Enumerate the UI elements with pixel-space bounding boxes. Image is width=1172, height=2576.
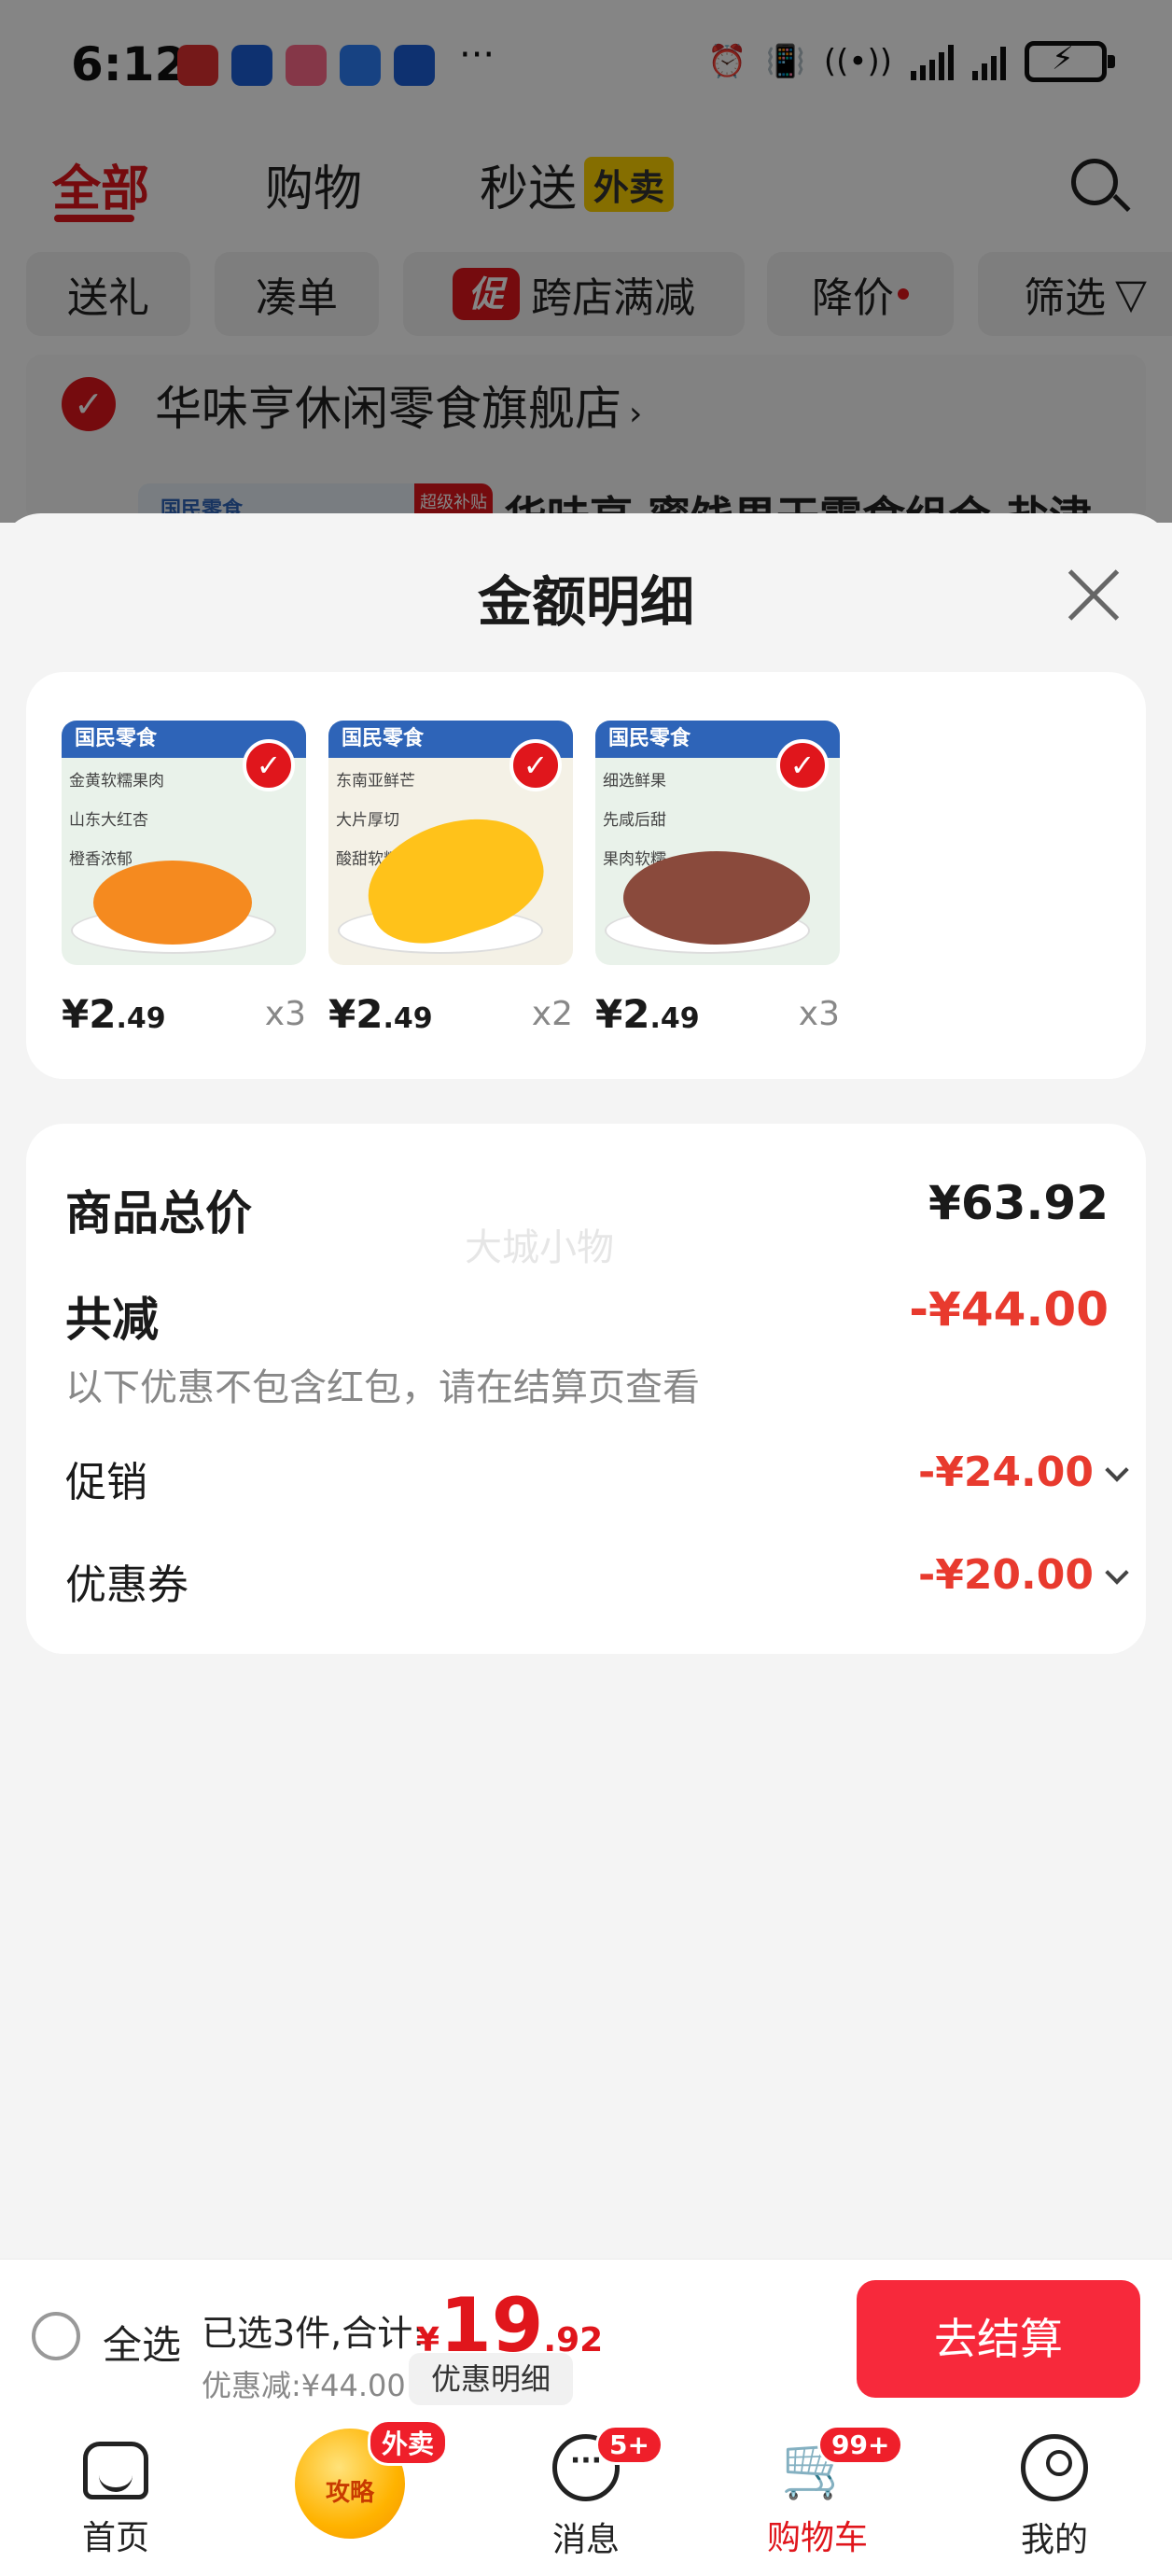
nav-home[interactable]: 首页	[22, 2434, 209, 2559]
discount-text: 优惠减:¥44.00	[202, 2368, 406, 2403]
coupon-value[interactable]: -¥20.00	[918, 1551, 1094, 1599]
nav-messages-label: 消息	[551, 2521, 620, 2559]
total-reduce-value: -¥44.00	[909, 1282, 1109, 1337]
product-tag: 细选鲜果	[603, 772, 666, 791]
product-item[interactable]: 国民零食 东南亚鲜芒 大片厚切 酸甜软糯 ✓ ¥2.49 x2	[328, 721, 573, 1037]
nav-profile[interactable]: 我的	[961, 2434, 1148, 2561]
product-tag: 山东大红杏	[69, 811, 148, 830]
price-decimal: .49	[116, 1002, 166, 1035]
nav-cart-label: 购物车	[766, 2519, 868, 2557]
chevron-down-icon[interactable]	[1105, 1458, 1129, 1482]
dried-plum-illustration	[623, 851, 810, 945]
sheet-title: 金额明细	[477, 570, 694, 634]
checkout-bar: 全选 已选3件,合计: ¥19.92 优惠减:¥44.00 优惠明细 去结算	[0, 2259, 1172, 2415]
checkout-button[interactable]: 去结算	[857, 2280, 1140, 2398]
nav-profile-label: 我的	[1020, 2521, 1088, 2559]
promotion-value[interactable]: -¥24.00	[918, 1449, 1094, 1496]
checked-icon: ✓	[243, 739, 295, 791]
price-integer: ¥2	[62, 991, 117, 1037]
dim-overlay[interactable]	[0, 0, 1172, 523]
profile-icon	[1021, 2434, 1088, 2501]
total-price-value: ¥63.92	[928, 1176, 1109, 1230]
selected-count-text: 已选3件,合计:	[202, 2313, 426, 2354]
product-price: ¥2.49	[62, 991, 166, 1037]
product-item[interactable]: 国民零食 细选鲜果 先咸后甜 果肉软糯 ✓ ¥2.49 x3	[595, 721, 840, 1037]
product-image: 国民零食 东南亚鲜芒 大片厚切 酸甜软糯 ✓	[328, 721, 573, 965]
takeout-nav-badge: 外卖	[368, 2419, 449, 2466]
promotion-label: 促销	[65, 1459, 147, 1506]
product-item[interactable]: 国民零食 金黄软糯果肉 山东大红杏 橙香浓郁 ✓ ¥2.49 x3	[62, 721, 306, 1037]
reduce-note: 以下优惠不包含红包，请在结算页查看	[65, 1366, 700, 1409]
checked-icon: ✓	[776, 739, 829, 791]
home-icon	[83, 2442, 148, 2499]
nav-home-label: 首页	[81, 2519, 149, 2557]
price-decimal: .49	[649, 1002, 700, 1035]
products-card: 国民零食 金黄软糯果肉 山东大红杏 橙香浓郁 ✓ ¥2.49 x3 国民零食 东…	[26, 672, 1146, 1079]
select-all-label[interactable]: 全选	[103, 2314, 181, 2371]
dried-apricot-illustration	[93, 861, 252, 945]
close-icon[interactable]	[1064, 566, 1123, 625]
product-tag: 大片厚切	[336, 811, 399, 830]
product-tag: 金黄软糯果肉	[69, 772, 164, 791]
amount-detail-sheet: 金额明细 国民零食 金黄软糯果肉 山东大红杏 橙香浓郁 ✓ ¥2.49 x3 国…	[0, 513, 1172, 2259]
total-price-label: 商品总价	[65, 1186, 252, 1240]
product-quantity: x3	[264, 995, 306, 1033]
gift-promo-text: 攻略	[325, 2479, 374, 2507]
discount-detail-button[interactable]: 优惠明细	[409, 2353, 573, 2405]
product-quantity: x3	[798, 995, 840, 1033]
price-summary-card: 大城小物 商品总价 ¥63.92 共减 -¥44.00 以下优惠不包含红包，请在…	[26, 1124, 1146, 1654]
price-decimal: .49	[383, 1002, 433, 1035]
coupon-label: 优惠券	[65, 1561, 188, 1609]
chevron-down-icon[interactable]	[1105, 1561, 1129, 1585]
watermark: 大城小物	[465, 1226, 614, 1269]
product-price: ¥2.49	[328, 991, 433, 1037]
price-integer: ¥2	[328, 991, 384, 1037]
message-badge: 5+	[595, 2425, 663, 2465]
select-all-radio[interactable]	[32, 2312, 80, 2360]
price-integer: ¥2	[595, 991, 650, 1037]
product-tag: 先咸后甜	[603, 811, 666, 830]
product-image: 国民零食 金黄软糯果肉 山东大红杏 橙香浓郁 ✓	[62, 721, 306, 965]
product-image: 国民零食 细选鲜果 先咸后甜 果肉软糯 ✓	[595, 721, 840, 965]
product-quantity: x2	[531, 995, 573, 1033]
bottom-nav: 首页 攻略 外卖 ··· 消息 5+ 🛒 购物车 99+ 我的	[0, 2415, 1172, 2576]
total-reduce-label: 共减	[65, 1293, 159, 1347]
checked-icon: ✓	[509, 739, 562, 791]
product-tag: 东南亚鲜芒	[336, 772, 415, 791]
cart-badge: 99+	[817, 2425, 904, 2465]
product-price: ¥2.49	[595, 991, 700, 1037]
